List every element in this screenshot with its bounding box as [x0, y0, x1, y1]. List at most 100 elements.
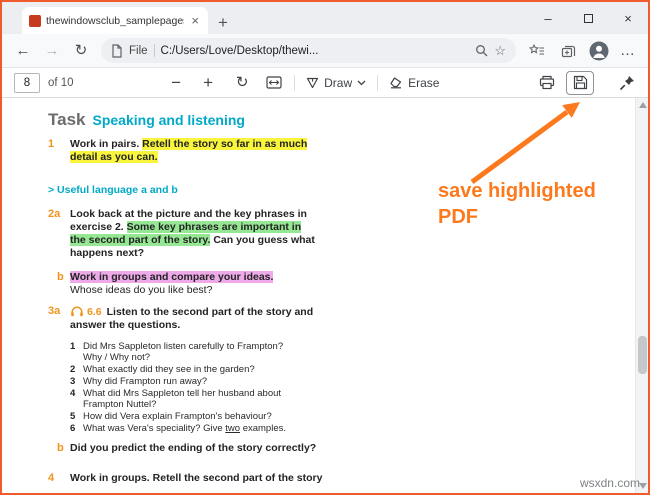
text-line: Work in pairs. Retell the story so far i…	[70, 138, 308, 151]
question-item: 6 What was Vera's speciality? Give two ex…	[70, 423, 313, 434]
question-item: 3 Why did Frampton run away?	[70, 376, 313, 387]
vertical-scrollbar[interactable]	[635, 98, 648, 493]
zoom-in-button[interactable]: +	[199, 71, 217, 95]
question-item: 2 What exactly did they see in the garden…	[70, 364, 313, 375]
file-document-icon	[112, 43, 122, 58]
text-line: Whose ideas do you like best?	[70, 284, 213, 296]
exercise-body: 6.6 Listen to the second part of the stor…	[70, 305, 313, 434]
maximize-icon	[583, 13, 593, 23]
highlighted-text-yellow: Retell the story so far in as much	[142, 138, 308, 150]
question-text: Why did Frampton run away?	[83, 376, 208, 387]
question-line: Frampton Nuttel?	[83, 399, 157, 410]
exercise-3a: 3a 6.6 Listen to the second part of the s…	[48, 305, 614, 434]
question-number: 5	[70, 411, 76, 422]
exercise-number: b	[57, 442, 64, 454]
window-controls: – ×	[528, 2, 648, 34]
favorite-star-icon[interactable]: ☆	[494, 43, 506, 59]
toolbar-divider	[377, 74, 379, 91]
text-line: Work in groups. Retell the second part o…	[70, 472, 323, 484]
forward-button[interactable]: →	[43, 43, 61, 58]
save-button[interactable]	[566, 70, 595, 95]
question-text: How did Vera explain Frampton's behaviou…	[83, 411, 272, 422]
text-line: detail as you can.	[70, 151, 307, 164]
task-subtitle: Speaking and listening	[92, 112, 245, 128]
back-button[interactable]: ←	[14, 43, 32, 58]
question-segment: examples.	[240, 423, 286, 434]
watermark: wsxdn.com	[579, 476, 640, 490]
page-heading: Task Speaking and listening	[48, 110, 614, 130]
exercise-number: 3a	[48, 305, 61, 317]
exercise-body: Work in groups. Retell the second part o…	[70, 472, 322, 485]
text-segment: Can you guess what	[210, 234, 315, 246]
annotation-line: save highlighted	[438, 180, 596, 202]
highlighted-text-yellow: detail as you can.	[70, 151, 158, 163]
page-count-label: of 10	[48, 76, 74, 89]
draw-button[interactable]: Draw	[306, 71, 366, 95]
text-line: answer the questions.	[70, 319, 181, 331]
text-segment: Work in pairs.	[70, 138, 143, 150]
profile-avatar[interactable]	[589, 40, 609, 62]
print-button[interactable]	[538, 71, 556, 95]
page-number-input[interactable]	[14, 72, 40, 93]
minimize-button[interactable]: –	[528, 2, 568, 34]
exercise-body: Did you predict the ending of the story …	[70, 442, 316, 455]
question-number: 6	[70, 423, 76, 434]
tab-close-icon[interactable]: ×	[189, 13, 201, 28]
eraser-icon	[390, 77, 402, 89]
zoom-search-icon[interactable]	[475, 44, 488, 57]
browser-tab[interactable]: thewindowsclub_samplepages.p... ×	[22, 7, 208, 34]
question-text: Did Mrs Sappleton listen carefully to Fr…	[83, 341, 283, 363]
exercise-number: 4	[48, 472, 55, 484]
question-text: What exactly did they see in the garden?	[83, 364, 255, 375]
url-text: C:/Users/Love/Desktop/thewi...	[160, 44, 319, 57]
audio-track-label: 6.6	[87, 306, 102, 318]
text-line: the second part of the story. Can you gu…	[70, 234, 315, 247]
exercise-2b: b Work in groups and compare your ideas.…	[48, 271, 614, 297]
highlighted-text-green: the second part of the story.	[70, 234, 211, 246]
zoom-out-button[interactable]: −	[167, 71, 185, 95]
headphones-icon	[71, 306, 83, 317]
question-item: 5 How did Vera explain Frampton's behavio…	[70, 411, 313, 422]
exercise-number: 1	[48, 138, 55, 150]
address-bar[interactable]: File C:/Users/Love/Desktop/thewi... ☆	[101, 38, 516, 63]
text-line: exercise 2. Some key phrases are importa…	[70, 221, 315, 234]
pdf-toolbar: of 10 − + ↻ Draw Erase	[2, 68, 648, 98]
pdf-viewport[interactable]: Task Speaking and listening 1 Work in pai…	[2, 98, 648, 493]
text-segment: exercise 2.	[70, 221, 127, 233]
favorites-hub-icon[interactable]	[527, 40, 547, 62]
question-number: 2	[70, 364, 76, 375]
question-text: What was Vera's speciality? Give two exa…	[83, 423, 286, 434]
address-separator	[153, 44, 155, 57]
underlined-word: two	[225, 423, 241, 434]
maximize-button[interactable]	[568, 2, 608, 34]
exercise-number: b	[57, 271, 64, 283]
collections-icon[interactable]	[558, 40, 578, 62]
text-line: 6.6 Listen to the second part of the stor…	[70, 305, 313, 319]
scrollbar-thumb[interactable]	[638, 336, 647, 374]
text-segment: Listen to the second part of the story a…	[106, 306, 314, 318]
rotate-icon[interactable]: ↻	[233, 71, 251, 95]
text-line: happens next?	[70, 247, 145, 259]
scroll-down-icon[interactable]	[639, 483, 647, 489]
tab-title: thewindowsclub_samplepages.p...	[46, 14, 184, 27]
new-tab-button[interactable]: +	[218, 14, 228, 31]
pdf-page: Task Speaking and listening 1 Work in pai…	[2, 98, 634, 493]
draw-label: Draw	[324, 75, 353, 90]
close-button[interactable]: ×	[608, 2, 648, 34]
fit-to-width-icon[interactable]	[265, 71, 283, 95]
scroll-up-icon[interactable]	[639, 102, 647, 108]
pdf-favicon-icon	[29, 14, 41, 27]
question-text: What did Mrs Sappleton tell her husband …	[83, 388, 281, 410]
question-line: Why / Why not?	[83, 352, 151, 363]
pen-nib-icon	[307, 77, 319, 88]
exercise-body: Work in pairs. Retell the story so far i…	[70, 138, 308, 164]
pin-toolbar-button[interactable]	[618, 71, 636, 95]
erase-button[interactable]: Erase	[389, 71, 444, 95]
toolbar-divider	[294, 74, 296, 91]
browser-menu-icon[interactable]: …	[620, 42, 636, 59]
refresh-button[interactable]: ↻	[72, 43, 90, 58]
browser-window: thewindowsclub_samplepages.p... × + – × …	[0, 0, 650, 495]
pin-icon	[619, 75, 635, 90]
erase-label: Erase	[408, 75, 440, 90]
text-line: Work in groups and compare your ideas.	[70, 271, 274, 284]
